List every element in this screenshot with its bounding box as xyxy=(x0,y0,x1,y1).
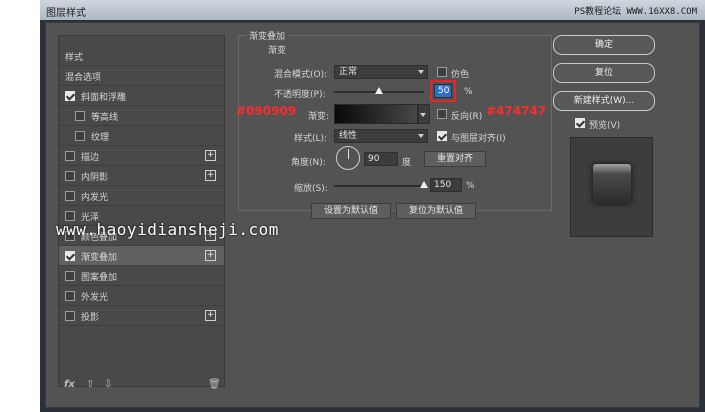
blend-mode-label: 混合模式(O): xyxy=(274,70,328,80)
align-with-layer-label: 与图层对齐(I) xyxy=(451,134,506,144)
chevron-down-icon xyxy=(418,70,424,74)
blend-mode-value: 正常 xyxy=(339,67,358,77)
scale-slider-track xyxy=(334,185,424,187)
opacity-input[interactable]: 50 xyxy=(434,84,452,98)
style-item-1[interactable]: 混合选项 xyxy=(59,66,224,86)
dither-label: 仿色 xyxy=(451,70,470,80)
styles-list-footer: fx ⇧ ⇩ 🗑 xyxy=(58,375,225,395)
angle-unit: 度 xyxy=(402,158,412,168)
style-item-label: 斜面和浮雕 xyxy=(81,93,127,103)
style-item-10[interactable]: 渐变叠加 + xyxy=(59,246,224,266)
style-item-label: 描边 xyxy=(81,153,100,163)
angle-input[interactable]: 90 xyxy=(364,152,398,166)
layer-style-dialog: 样式 混合选项 斜面和浮雕 等高线 纹理 描边 + 内阴影 + 内发光 光泽 颜色叠加 + 渐变叠加 + 图案… xyxy=(45,22,700,408)
style-item-5[interactable]: 描边 + xyxy=(59,146,224,166)
style-label: 样式(L): xyxy=(294,134,328,144)
site-watermark-top: PS教程论坛 WWW.16XX8.COM xyxy=(574,7,697,17)
reverse-checkbox[interactable] xyxy=(437,109,447,119)
window-title: 图层样式 xyxy=(46,8,86,19)
style-item-0[interactable]: 样式 xyxy=(59,46,224,66)
move-down-icon[interactable]: ⇩ xyxy=(104,379,112,390)
scale-slider-thumb[interactable] xyxy=(420,181,428,188)
gradient-style-value: 线性 xyxy=(339,131,358,141)
angle-dial-needle xyxy=(348,149,349,159)
add-effect-icon[interactable]: + xyxy=(205,170,216,181)
scale-percent: % xyxy=(466,181,475,191)
style-item-6[interactable]: 内阴影 + xyxy=(59,166,224,186)
opacity-slider-thumb[interactable] xyxy=(375,87,383,94)
reverse-label: 反向(R) xyxy=(451,112,483,122)
move-up-icon[interactable]: ⇧ xyxy=(86,379,94,390)
reset-to-default-button[interactable]: 复位为默认值 xyxy=(396,203,476,219)
right-color-annotation: #474747 xyxy=(486,104,547,118)
align-with-layer-checkbox[interactable] xyxy=(437,131,447,141)
style-item-checkbox[interactable] xyxy=(65,91,75,101)
trash-icon[interactable]: 🗑 xyxy=(208,379,221,390)
blend-mode-select[interactable]: 正常 xyxy=(334,65,428,79)
fx-icon[interactable]: fx xyxy=(64,379,75,390)
add-effect-icon[interactable]: + xyxy=(205,250,216,261)
scale-label: 缩放(S): xyxy=(294,184,328,194)
gradient-picker-dropdown[interactable] xyxy=(418,104,430,124)
layer-style-window: 图层样式 PS教程论坛 WWW.16XX8.COM 样式混合选项斜面和浮雕等高线… xyxy=(40,0,705,412)
preview-label: 预览(V) xyxy=(589,121,621,131)
reset-alignment-button[interactable]: 重置对齐 xyxy=(424,151,486,167)
gradient-label: 渐变: xyxy=(308,112,330,122)
preview-thumbnail xyxy=(570,137,653,237)
ok-button[interactable]: 确定 xyxy=(553,35,655,55)
style-item-label: 纹理 xyxy=(91,133,110,143)
style-item-label: 投影 xyxy=(81,313,100,323)
chevron-down-icon xyxy=(418,134,424,138)
scale-input[interactable]: 150 xyxy=(430,178,462,192)
angle-label: 角度(N): xyxy=(291,158,326,168)
window-titlebar[interactable]: 图层样式 PS教程论坛 WWW.16XX8.COM xyxy=(40,0,705,20)
style-item-checkbox[interactable] xyxy=(75,111,85,121)
opacity-percent: % xyxy=(464,87,473,97)
styles-list: 样式 混合选项 斜面和浮雕 等高线 纹理 描边 + 内阴影 + 内发光 光泽 颜色叠加 + 渐变叠加 + 图案… xyxy=(58,35,225,387)
style-item-label: 外发光 xyxy=(81,293,109,303)
gradient-style-select[interactable]: 线性 xyxy=(334,129,428,143)
style-item-4[interactable]: 纹理 xyxy=(59,126,224,146)
style-item-3[interactable]: 等高线 xyxy=(59,106,224,126)
site-watermark: www.haoyidiansheji.com xyxy=(56,220,279,239)
style-item-13[interactable]: 投影 + xyxy=(59,306,224,326)
style-item-label: 混合选项 xyxy=(65,73,102,83)
gradient-swatch[interactable] xyxy=(334,104,418,124)
style-item-12[interactable]: 外发光 xyxy=(59,286,224,306)
preview-checkbox[interactable] xyxy=(575,118,585,128)
add-effect-icon[interactable]: + xyxy=(205,150,216,161)
add-effect-icon[interactable]: + xyxy=(205,310,216,321)
reset-button[interactable]: 复位 xyxy=(553,63,655,83)
style-item-label: 图案叠加 xyxy=(81,273,118,283)
style-item-checkbox[interactable] xyxy=(65,291,75,301)
style-item-label: 渐变叠加 xyxy=(81,253,118,263)
gradient-overlay-title: 渐变叠加 xyxy=(246,29,289,42)
style-item-11[interactable]: 图案叠加 xyxy=(59,266,224,286)
style-item-label: 样式 xyxy=(65,53,84,63)
gradient-subtitle: 渐变 xyxy=(268,46,287,56)
opacity-label: 不透明度(P): xyxy=(274,90,326,100)
chevron-down-icon xyxy=(420,113,426,117)
style-item-label: 内阴影 xyxy=(81,173,109,183)
style-item-checkbox[interactable] xyxy=(75,131,85,141)
dither-checkbox[interactable] xyxy=(437,67,447,77)
left-color-annotation: #090909 xyxy=(236,104,297,118)
set-as-default-button[interactable]: 设置为默认值 xyxy=(311,203,391,219)
style-item-7[interactable]: 内发光 xyxy=(59,186,224,206)
angle-dial[interactable] xyxy=(336,146,360,170)
style-item-checkbox[interactable] xyxy=(65,171,75,181)
style-item-checkbox[interactable] xyxy=(65,191,75,201)
style-item-checkbox[interactable] xyxy=(65,311,75,321)
style-item-label: 内发光 xyxy=(81,193,109,203)
style-item-label: 等高线 xyxy=(91,113,119,123)
opacity-slider[interactable] xyxy=(334,86,424,98)
style-item-checkbox[interactable] xyxy=(65,271,75,281)
new-style-button[interactable]: 新建样式(W)... xyxy=(553,91,655,111)
style-item-checkbox[interactable] xyxy=(65,251,75,261)
scale-slider[interactable] xyxy=(334,180,428,192)
style-item-checkbox[interactable] xyxy=(65,151,75,161)
style-item-2[interactable]: 斜面和浮雕 xyxy=(59,86,224,106)
preview-shape xyxy=(593,164,631,204)
